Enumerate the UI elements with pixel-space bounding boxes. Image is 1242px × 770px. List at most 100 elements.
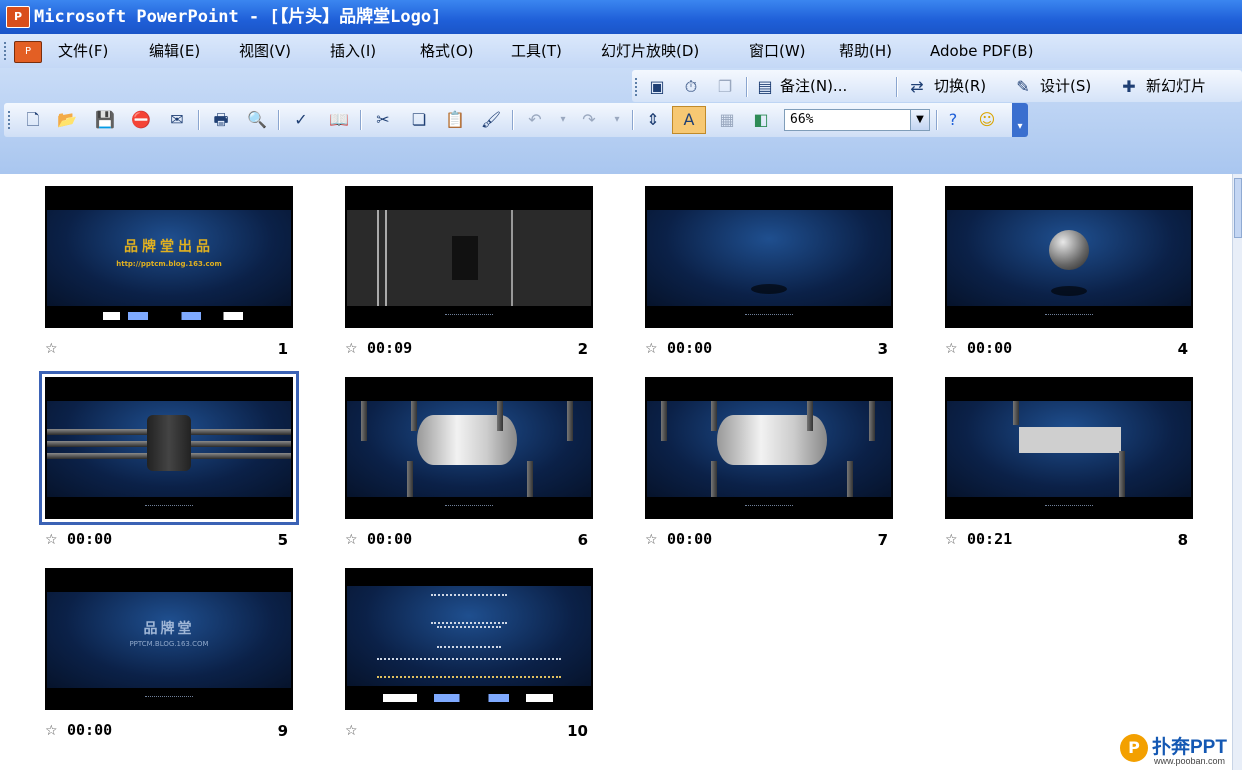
show-formatting-icon[interactable]: A xyxy=(672,106,706,134)
toolbar-options-icon[interactable]: ▾ xyxy=(1012,103,1028,137)
slide-number-5: 5 xyxy=(277,531,288,549)
zoom-value: 66% xyxy=(790,112,814,127)
star-icon[interactable]: ☆ xyxy=(45,723,58,739)
new-slide-button[interactable]: 新幻灯片 xyxy=(1146,70,1206,102)
star-icon[interactable]: ☆ xyxy=(945,532,958,548)
help-icon[interactable]: ? xyxy=(942,109,964,131)
document-icon[interactable]: P xyxy=(14,41,42,63)
slide-number-2: 2 xyxy=(577,340,588,358)
expand-all-icon[interactable]: ⇕ xyxy=(642,109,664,131)
new-document-icon[interactable]: 🗋 xyxy=(22,109,44,131)
open-folder-icon[interactable]: 📂 xyxy=(56,109,78,131)
menu-adobe-pdf[interactable]: Adobe PDF(B) xyxy=(930,34,1033,68)
slide-thumbnail-10[interactable] xyxy=(345,568,593,710)
slide-timing-4: 00:00 xyxy=(967,339,1013,357)
print-preview-icon[interactable]: 🔍 xyxy=(246,109,268,131)
assistant-icon[interactable]: ☺ xyxy=(976,109,998,131)
research-icon[interactable]: 📖 xyxy=(328,109,350,131)
slide-thumbnail-2[interactable] xyxy=(345,186,593,328)
permission-icon[interactable]: ⛔ xyxy=(130,109,152,131)
slide-6-arm xyxy=(411,401,417,431)
menu-help[interactable]: 帮助(H) xyxy=(839,34,892,68)
menu-format[interactable]: 格式(O) xyxy=(420,34,474,68)
slide-7-arm xyxy=(869,401,875,441)
slide-footer-text xyxy=(1044,314,1094,317)
transition-icon[interactable]: ⇄ xyxy=(906,76,928,98)
rehearse-timings-icon[interactable]: ⏱ xyxy=(680,76,702,98)
vertical-scrollbar[interactable] xyxy=(1232,174,1242,770)
slide-thumbnail-8[interactable] xyxy=(945,377,1193,519)
scrollbar-thumb[interactable] xyxy=(1234,178,1242,238)
copy-icon[interactable]: ❏ xyxy=(408,109,430,131)
notes-icon[interactable]: ▤ xyxy=(754,76,776,98)
toolbar-separator xyxy=(936,110,938,130)
menubar-grip-icon[interactable] xyxy=(4,42,9,60)
slide-8-arm xyxy=(1013,401,1019,425)
menu-file[interactable]: 文件(F) xyxy=(58,34,108,68)
color-grayscale-icon[interactable]: ◧ xyxy=(750,109,772,131)
menu-view[interactable]: 视图(V) xyxy=(239,34,291,68)
grid-icon[interactable]: ▦ xyxy=(716,109,738,131)
spelling-icon[interactable]: ✓ xyxy=(290,109,312,131)
slide-number-1: 1 xyxy=(277,340,288,358)
save-icon[interactable]: 💾 xyxy=(94,109,116,131)
new-slide-icon[interactable]: ✚ xyxy=(1118,76,1140,98)
slide-timing-8: 00:21 xyxy=(967,530,1013,548)
toolbar-grip-icon[interactable] xyxy=(635,78,640,96)
menu-insert[interactable]: 插入(I) xyxy=(330,34,376,68)
format-painter-icon[interactable]: 🖌 xyxy=(480,109,502,131)
slide-9-title: 品牌堂 xyxy=(143,621,195,637)
design-icon[interactable]: ✎ xyxy=(1012,76,1034,98)
slide-timing-2: 00:09 xyxy=(367,339,413,357)
slide-thumbnail-5[interactable] xyxy=(39,371,299,525)
slide-timing-9: 00:00 xyxy=(67,721,113,739)
slide-thumbnail-7[interactable] xyxy=(645,377,893,519)
summary-slide-icon[interactable]: ❐ xyxy=(714,76,736,98)
hide-slide-icon[interactable]: ▣ xyxy=(646,76,668,98)
slide-7-arm xyxy=(711,461,717,497)
transition-button[interactable]: 切换(R) xyxy=(934,70,986,102)
star-icon[interactable]: ☆ xyxy=(345,723,358,739)
zoom-select[interactable]: 66% ▼ xyxy=(784,109,930,131)
email-icon[interactable]: ✉ xyxy=(166,109,188,131)
chevron-down-icon[interactable]: ▼ xyxy=(910,110,929,130)
notes-button[interactable]: 备注(N)... xyxy=(780,70,847,102)
star-icon[interactable]: ☆ xyxy=(645,341,658,357)
redo-dropdown-icon[interactable]: ▾ xyxy=(606,109,628,131)
redo-icon[interactable]: ↷ xyxy=(578,109,600,131)
slide-stage xyxy=(647,401,891,497)
star-icon[interactable]: ☆ xyxy=(345,341,358,357)
star-icon[interactable]: ☆ xyxy=(645,532,658,548)
star-icon[interactable]: ☆ xyxy=(345,532,358,548)
slide-stage xyxy=(947,401,1191,497)
paste-icon[interactable]: 📋 xyxy=(444,109,466,131)
powerpoint-app-icon[interactable]: P xyxy=(6,6,30,28)
slide-footer-text xyxy=(1044,505,1094,508)
menu-slideshow[interactable]: 幻灯片放映(D) xyxy=(601,34,699,68)
star-icon[interactable]: ☆ xyxy=(45,532,58,548)
star-icon[interactable]: ☆ xyxy=(945,341,958,357)
slide-footer-text xyxy=(144,505,194,508)
watermark-url: www.pooban.com xyxy=(1154,756,1226,766)
cut-icon[interactable]: ✂ xyxy=(372,109,394,131)
slide-thumbnail-9[interactable]: 品牌堂 PPTCM.BLOG.163.COM xyxy=(45,568,293,710)
slide-stage: 品牌堂 PPTCM.BLOG.163.COM xyxy=(47,592,291,688)
undo-dropdown-icon[interactable]: ▾ xyxy=(552,109,574,131)
undo-icon[interactable]: ↶ xyxy=(524,109,546,131)
toolbar-grip-icon[interactable] xyxy=(8,111,13,129)
menu-edit[interactable]: 编辑(E) xyxy=(149,34,200,68)
print-icon[interactable]: 🖶 xyxy=(210,109,232,131)
slide-thumbnail-6[interactable] xyxy=(345,377,593,519)
star-icon[interactable]: ☆ xyxy=(45,341,58,357)
slide-footer-text xyxy=(444,314,494,317)
window-title: Microsoft PowerPoint - [【片头】品牌堂Logo] xyxy=(34,7,442,27)
slide-thumbnail-4[interactable] xyxy=(945,186,1193,328)
slide-thumbnail-1[interactable]: 品牌堂出品 http://pptcm.blog.163.com xyxy=(45,186,293,328)
design-button[interactable]: 设计(S) xyxy=(1040,70,1091,102)
slide-7-arm xyxy=(661,401,667,441)
menu-tools[interactable]: 工具(T) xyxy=(511,34,562,68)
slide-number-9: 9 xyxy=(277,722,288,740)
menu-window[interactable]: 窗口(W) xyxy=(749,34,806,68)
slide-stage xyxy=(647,210,891,306)
slide-thumbnail-3[interactable] xyxy=(645,186,893,328)
